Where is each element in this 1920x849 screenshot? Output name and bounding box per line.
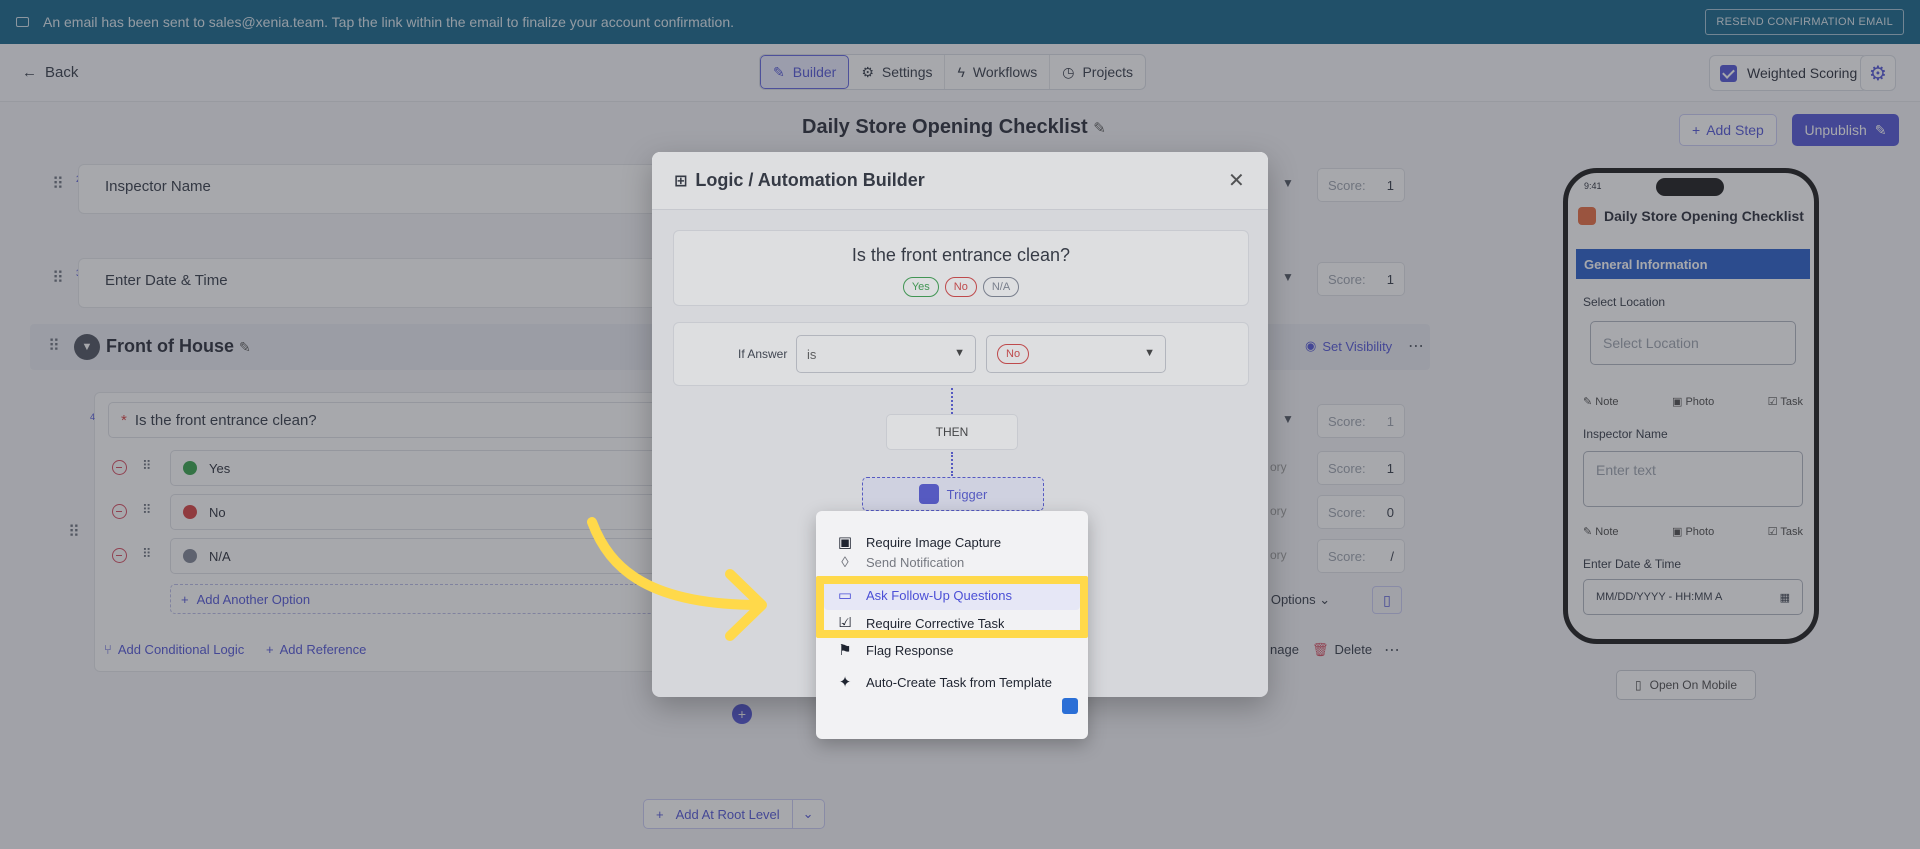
answer-select[interactable]: No ▼ <box>986 335 1166 373</box>
menu-item-label: Send Notification <box>866 555 965 569</box>
annotation-arrow-icon <box>587 517 767 641</box>
condition-row: If Answer is ▼ No ▼ <box>673 322 1249 386</box>
connector-line <box>951 388 953 414</box>
menu-item-label: Require Image Capture <box>866 534 1002 550</box>
magic-wand-icon: ✦ <box>838 674 852 691</box>
operator-value: is <box>807 346 817 362</box>
lock-icon <box>1062 698 1078 714</box>
chevron-down-icon: ▼ <box>1144 347 1155 359</box>
then-node: THEN <box>886 414 1018 450</box>
chip-na: N/A <box>982 277 1020 297</box>
answer-chip: No <box>997 344 1030 364</box>
flag-icon: ⚑ <box>838 642 852 659</box>
modal-title: ⊞ Logic / Automation Builder <box>674 170 925 191</box>
menu-item-send-notification[interactable]: ◊ Send Notification <box>836 555 964 569</box>
question-text: Is the front entrance clean? <box>851 245 1071 265</box>
if-answer-label: If Answer <box>738 347 788 361</box>
menu-item-label: Flag Response <box>866 642 954 658</box>
question-summary: Is the front entrance clean? Yes No N/A <box>673 230 1249 306</box>
highlight-box <box>816 576 1088 638</box>
modal-title-text: Logic / Automation Builder <box>695 170 925 190</box>
menu-item-label: Auto-Create Task from Template <box>866 674 1052 690</box>
trigger-icon <box>918 484 939 504</box>
operator-select[interactable]: is ▼ <box>796 335 976 373</box>
menu-item-flag-response[interactable]: ⚑ Flag Response <box>836 637 953 663</box>
chevron-down-icon: ▼ <box>954 347 965 359</box>
trigger-label: Trigger <box>946 486 988 502</box>
connector-line <box>951 452 953 476</box>
close-icon[interactable]: ✕ <box>1228 168 1245 193</box>
chip-no: No <box>944 277 977 297</box>
trigger-button[interactable]: Trigger <box>862 477 1044 511</box>
menu-item-require-image-capture[interactable]: ▣ Require Image Capture <box>836 529 1001 555</box>
chip-yes: Yes <box>902 277 939 297</box>
menu-item-auto-create-task[interactable]: ✦ Auto-Create Task from Template <box>836 669 1052 695</box>
image-icon: ▣ <box>837 534 853 551</box>
bell-icon: ◊ <box>841 555 849 569</box>
answer-chips: Yes No N/A <box>674 277 1248 297</box>
flowchart-icon: ⊞ <box>674 172 688 190</box>
modal-header: ⊞ Logic / Automation Builder ✕ <box>652 152 1268 210</box>
